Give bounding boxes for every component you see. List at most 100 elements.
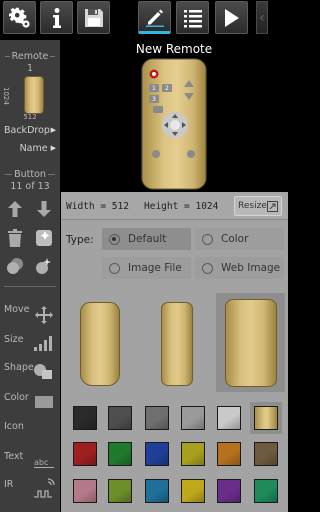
move-down-button[interactable] xyxy=(34,199,54,219)
height-readout: Height = 1024 xyxy=(144,201,219,212)
button-counter: 11 of 13 xyxy=(10,181,50,192)
type-label: Type: xyxy=(66,234,94,246)
settings-icon xyxy=(8,7,30,28)
color-swatch[interactable] xyxy=(254,442,278,466)
play-button[interactable] xyxy=(215,1,248,34)
remote-title: New Remote xyxy=(135,42,213,56)
trash-icon xyxy=(8,229,22,247)
option-web-image-label: Web Image xyxy=(221,262,281,274)
move-tool-button[interactable] xyxy=(33,306,55,324)
list-button[interactable] xyxy=(176,1,209,34)
arrow-right-icon: ▶ xyxy=(50,126,56,134)
color-swatch[interactable] xyxy=(181,442,205,466)
tool-ir-label: IR xyxy=(4,479,14,490)
play-icon xyxy=(224,8,239,27)
backdrop-dialog: Width = 512 Height = 1024 Resize Type: D… xyxy=(61,192,288,512)
color-icon xyxy=(35,396,53,408)
backdrop-label: BackDrop xyxy=(4,124,50,136)
button-header-label: Button xyxy=(14,168,46,180)
option-image-file[interactable]: Image File xyxy=(102,257,191,279)
arrow-down-icon xyxy=(37,201,51,217)
delete-button[interactable] xyxy=(5,228,25,248)
color-tool-button[interactable] xyxy=(33,393,55,411)
copy-button[interactable] xyxy=(5,256,25,276)
new-button-button[interactable] xyxy=(34,228,54,248)
button-section-header: Button xyxy=(0,168,60,180)
resize-label: Resize xyxy=(238,201,267,211)
resize-button[interactable]: Resize xyxy=(234,196,282,216)
option-color[interactable]: Color xyxy=(195,228,284,250)
left-panel: Remote 1 1024 512 BackDrop ▶ Name ▶ Button… xyxy=(0,40,60,512)
shape-option-narrow[interactable] xyxy=(155,300,199,388)
option-default[interactable]: Default xyxy=(102,228,191,250)
remote-body-image: 1 2 3 xyxy=(141,58,207,190)
color-swatch[interactable] xyxy=(145,406,169,430)
text-abc-icon: abc xyxy=(34,458,54,468)
color-swatch[interactable] xyxy=(217,442,241,466)
edit-icon xyxy=(145,9,164,27)
color-swatch[interactable] xyxy=(254,479,278,503)
move-up-button[interactable] xyxy=(5,199,25,219)
ir-signal-icon xyxy=(34,478,55,498)
radio-icon xyxy=(202,233,213,245)
text-tool-button[interactable]: abc xyxy=(33,453,55,471)
tool-move-label: Move xyxy=(4,304,30,315)
radio-icon xyxy=(202,262,213,274)
option-image-file-label: Image File xyxy=(128,262,182,274)
remote-index: 1 xyxy=(26,63,34,74)
preview-thumbnail xyxy=(24,76,44,114)
arrow-right-icon: ▶ xyxy=(50,144,56,152)
preview-height-label: 1024 xyxy=(2,87,10,105)
svg-text:abc: abc xyxy=(34,458,48,467)
remote-canvas[interactable]: 1 2 3 xyxy=(141,58,207,190)
radio-selected-icon xyxy=(109,233,120,245)
move-icon xyxy=(35,306,53,324)
arrow-up-icon xyxy=(8,201,22,217)
tool-icon-label: Icon xyxy=(4,421,24,432)
backdrop-menu[interactable]: BackDrop ▶ xyxy=(0,123,60,137)
paste-button[interactable] xyxy=(34,256,54,276)
paste-icon xyxy=(36,258,51,274)
color-swatch[interactable] xyxy=(73,479,97,503)
edit-button[interactable] xyxy=(138,1,171,34)
save-button[interactable] xyxy=(77,1,110,34)
svg-text:1: 1 xyxy=(152,85,156,92)
save-icon xyxy=(84,8,103,27)
shape-icon xyxy=(34,364,52,379)
color-swatch[interactable] xyxy=(145,442,169,466)
name-label: Name xyxy=(19,142,48,154)
copy-icon xyxy=(7,258,23,274)
svg-text:2: 2 xyxy=(165,85,169,92)
shape-thumbnail xyxy=(224,298,277,387)
size-tool-button[interactable] xyxy=(33,334,55,352)
color-swatch[interactable] xyxy=(73,406,97,430)
svg-text:3: 3 xyxy=(152,96,156,103)
color-swatch[interactable] xyxy=(181,479,205,503)
radio-icon xyxy=(109,262,120,274)
shape-tool-button[interactable] xyxy=(33,362,55,380)
shape-thumbnail xyxy=(80,302,120,386)
color-swatch[interactable] xyxy=(108,479,132,503)
color-swatch[interactable] xyxy=(108,406,132,430)
remote-header-label: Remote xyxy=(11,50,49,62)
name-menu[interactable]: Name ▶ xyxy=(0,141,60,155)
toolbar-overflow-chevron-icon[interactable]: ‹ xyxy=(256,1,268,34)
settings-button[interactable] xyxy=(3,1,36,34)
color-swatch[interactable] xyxy=(217,479,241,503)
color-swatch[interactable] xyxy=(73,442,97,466)
tool-text-label: Text xyxy=(4,451,24,462)
option-web-image[interactable]: Web Image xyxy=(195,257,284,279)
color-swatch[interactable] xyxy=(145,479,169,503)
color-swatch[interactable] xyxy=(108,442,132,466)
resize-icon xyxy=(267,200,278,212)
shape-option-rounded[interactable] xyxy=(75,300,125,388)
toolbar: ‹ xyxy=(0,0,288,38)
color-swatch[interactable] xyxy=(254,406,278,430)
color-swatch[interactable] xyxy=(181,406,205,430)
tool-shape-label: Shape xyxy=(4,362,34,373)
ir-tool-button[interactable] xyxy=(33,477,55,498)
remote-preview[interactable]: 1024 xyxy=(2,74,54,116)
info-button[interactable] xyxy=(40,1,73,34)
color-swatch[interactable] xyxy=(217,406,241,430)
shape-option-wide[interactable] xyxy=(216,293,285,392)
